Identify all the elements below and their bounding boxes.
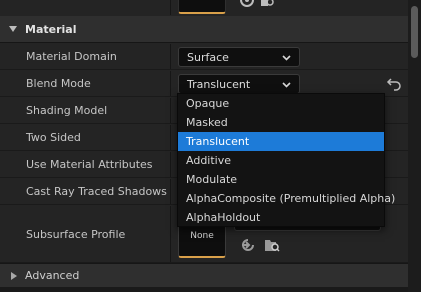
combo-value: Translucent bbox=[187, 77, 251, 91]
browse-asset-icon[interactable] bbox=[260, 0, 274, 8]
column-divider bbox=[170, 152, 171, 177]
column-divider bbox=[170, 98, 171, 123]
property-label: Subsurface Profile bbox=[26, 227, 126, 241]
chevron-down-icon bbox=[282, 82, 291, 88]
property-label: Two Sided bbox=[26, 131, 81, 144]
material-section-header[interactable]: Material bbox=[0, 16, 408, 43]
column-divider bbox=[170, 71, 171, 96]
expand-arrow-icon bbox=[11, 271, 17, 280]
use-selected-icon[interactable] bbox=[240, 237, 256, 253]
section-title: Material bbox=[25, 22, 77, 36]
chevron-down-icon bbox=[282, 55, 291, 61]
asset-thumbnail-partial[interactable] bbox=[178, 0, 226, 14]
collapse-arrow-icon bbox=[9, 26, 17, 32]
browse-asset-icon[interactable] bbox=[264, 237, 280, 253]
section-title: Advanced bbox=[25, 269, 80, 282]
dropdown-option[interactable]: AlphaComposite (Premultiplied Alpha) bbox=[178, 189, 395, 208]
column-divider bbox=[170, 179, 171, 204]
dropdown-option[interactable]: Opaque bbox=[178, 94, 384, 113]
property-label: Use Material Attributes bbox=[26, 158, 153, 171]
column-divider bbox=[170, 44, 171, 69]
dropdown-option[interactable]: AlphaHoldout bbox=[178, 208, 384, 227]
dropdown-option-selected[interactable]: Translucent bbox=[178, 132, 384, 151]
combo-value: Surface bbox=[187, 50, 229, 64]
subsurface-asset-actions bbox=[240, 237, 280, 253]
property-label: Shading Model bbox=[26, 104, 108, 117]
column-divider bbox=[170, 206, 171, 262]
panel-footer bbox=[0, 287, 408, 292]
blend-mode-dropdown: Opaque Masked Translucent Additive Modul… bbox=[177, 93, 395, 227]
column-divider bbox=[170, 0, 171, 15]
advanced-section-header[interactable]: Advanced bbox=[0, 263, 408, 287]
dropdown-option[interactable]: Additive bbox=[178, 151, 384, 170]
dropdown-option[interactable]: Masked bbox=[178, 113, 384, 132]
column-divider bbox=[170, 125, 171, 150]
material-domain-combo[interactable]: Surface bbox=[178, 47, 300, 67]
property-label: Material Domain bbox=[26, 50, 117, 63]
dropdown-option[interactable]: Modulate bbox=[178, 170, 384, 189]
reset-to-default-icon[interactable] bbox=[386, 77, 402, 91]
scrollbar-thumb[interactable] bbox=[411, 6, 418, 58]
thumbnail-label: None bbox=[190, 230, 214, 241]
use-selected-icon[interactable] bbox=[240, 0, 254, 8]
property-label: Cast Ray Traced Shadows bbox=[26, 185, 167, 198]
asset-actions-partial bbox=[240, 0, 274, 10]
blend-mode-combo[interactable]: Translucent bbox=[178, 74, 300, 94]
property-label: Blend Mode bbox=[26, 77, 91, 90]
